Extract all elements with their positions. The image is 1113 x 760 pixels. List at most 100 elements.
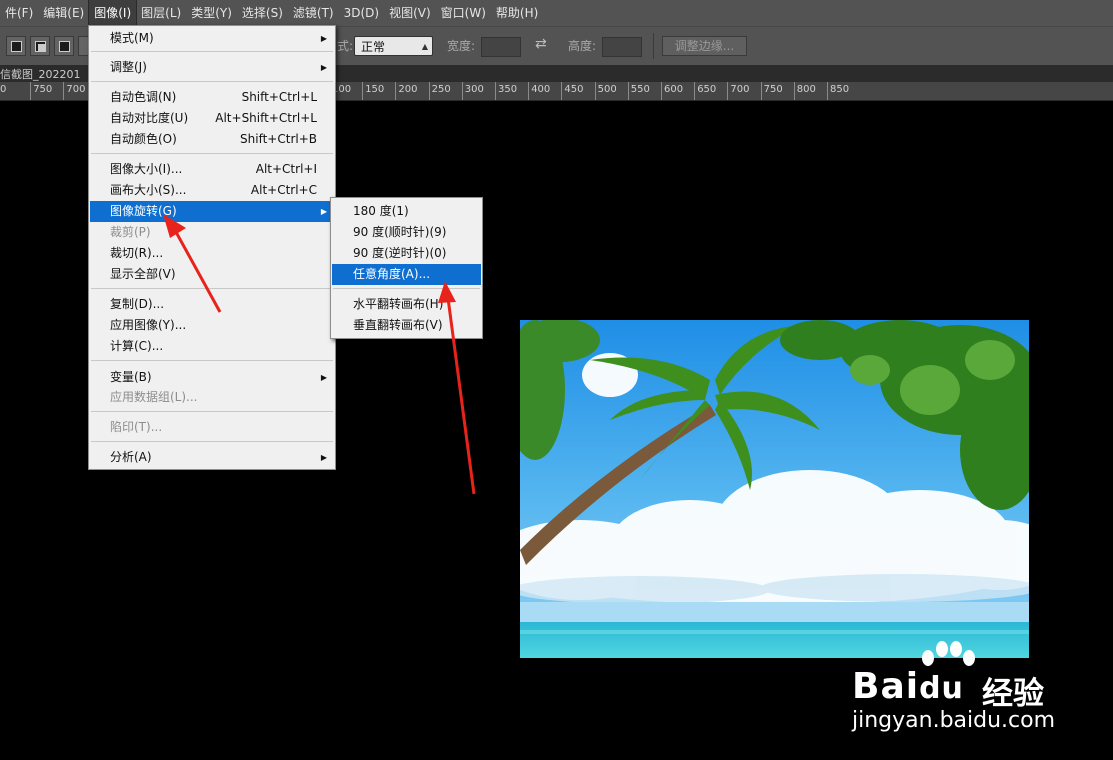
ruler-tick bbox=[30, 82, 32, 100]
ruler-tick-label: 350 bbox=[498, 84, 518, 95]
menu-item-image-rotation[interactable]: 图像旋转(G) ▶ bbox=[90, 201, 334, 222]
ruler-tick-label: 750 bbox=[763, 84, 783, 95]
ruler-tick bbox=[827, 82, 828, 100]
menu-item-calculations[interactable]: 计算(C)... bbox=[90, 336, 334, 357]
menu-item-flip-vertical[interactable]: 垂直翻转画布(V) bbox=[332, 315, 481, 336]
menu-window[interactable]: 窗口(W) bbox=[436, 0, 491, 26]
menu-item-crop[interactable]: 裁剪(P) bbox=[90, 222, 334, 243]
menu-item-analysis[interactable]: 分析(A) ▶ bbox=[90, 447, 334, 468]
menu-item-apply-data-set[interactable]: 应用数据组(L)... bbox=[90, 387, 334, 408]
menu-select[interactable]: 选择(S) bbox=[237, 0, 288, 26]
watermark-product: 经验 bbox=[982, 676, 1044, 712]
ruler-tick-label: 850 bbox=[830, 84, 850, 95]
style-label: 式: bbox=[337, 39, 354, 53]
select-arrows-icon: ▲ bbox=[421, 42, 428, 51]
rect-marquee-icon[interactable] bbox=[6, 36, 26, 56]
menu-item-apply-image[interactable]: 应用图像(Y)... bbox=[90, 315, 334, 336]
menu-layer[interactable]: 图层(L) bbox=[136, 0, 186, 26]
menu-type[interactable]: 类型(Y) bbox=[186, 0, 237, 26]
menu-item-trap[interactable]: 陷印(T)... bbox=[90, 417, 334, 438]
menu-item-auto-color[interactable]: 自动颜色(O) Shift+Ctrl+B bbox=[90, 129, 334, 150]
menu-help[interactable]: 帮助(H) bbox=[491, 0, 543, 26]
ruler-tick bbox=[793, 82, 795, 100]
menu-item-trim[interactable]: 裁切(R)... bbox=[90, 243, 334, 264]
menu-item-variables[interactable]: 变量(B) ▶ bbox=[90, 367, 334, 388]
ruler-tick bbox=[528, 82, 530, 100]
ruler-tick bbox=[495, 82, 496, 100]
menu-file[interactable]: 件(F) bbox=[0, 0, 38, 26]
menu-separator bbox=[91, 288, 333, 289]
menu-separator bbox=[91, 51, 333, 52]
document-title: 信截图_202201 bbox=[0, 68, 81, 81]
menu-item-canvas-size[interactable]: 画布大小(S)... Alt+Ctrl+C bbox=[90, 180, 334, 201]
menu-view[interactable]: 视图(V) bbox=[384, 0, 436, 26]
menu-separator bbox=[91, 153, 333, 154]
ruler-tick bbox=[661, 82, 662, 100]
canvas-image bbox=[520, 320, 1029, 658]
menu-item-rotate-90-cw[interactable]: 90 度(顺时针)(9) bbox=[332, 222, 481, 243]
divider bbox=[653, 33, 654, 59]
add-selection-icon[interactable] bbox=[30, 36, 50, 56]
ruler-tick-label: 800 bbox=[796, 84, 816, 95]
submenu-arrow-icon: ▶ bbox=[320, 207, 327, 216]
menu-3d[interactable]: 3D(D) bbox=[339, 0, 384, 26]
menu-item-flip-horizontal[interactable]: 水平翻转画布(H) bbox=[332, 294, 481, 315]
menu-item-image-size[interactable]: 图像大小(I)... Alt+Ctrl+I bbox=[90, 159, 334, 180]
menu-separator bbox=[91, 411, 333, 412]
ruler-tick-label: 0 bbox=[0, 84, 7, 95]
menu-filter[interactable]: 滤镜(T) bbox=[288, 0, 339, 26]
baidu-jingyan-watermark: Baidu 经验 jingyan.baidu.com bbox=[850, 640, 1100, 740]
ruler-tick-label: 200 bbox=[398, 84, 418, 95]
ruler-tick-label: 450 bbox=[564, 84, 584, 95]
ruler-tick bbox=[760, 82, 762, 100]
subtract-selection-icon[interactable] bbox=[54, 36, 74, 56]
width-input[interactable] bbox=[481, 37, 521, 57]
ruler-tick-label: 600 bbox=[664, 84, 684, 95]
image-menu-dropdown: 模式(M) ▶ 调整(J) ▶ 自动色调(N) Shift+Ctrl+L 自动对比度(… bbox=[88, 25, 336, 470]
ruler-tick-label: 300 bbox=[464, 84, 484, 95]
ruler-tick bbox=[428, 82, 430, 100]
image-rotation-submenu: 180 度(1) 90 度(顺时针)(9) 90 度(逆时针)(0) 任意角度(… bbox=[330, 197, 483, 339]
ruler-tick-label: 500 bbox=[597, 84, 617, 95]
menu-edit[interactable]: 编辑(E) bbox=[38, 0, 89, 26]
submenu-arrow-icon: ▶ bbox=[320, 453, 327, 462]
ruler-tick-label: 750 bbox=[33, 84, 53, 95]
ruler-tick bbox=[362, 82, 364, 100]
refine-edge-button[interactable]: 调整边缘... bbox=[662, 36, 747, 56]
style-value: 正常 bbox=[361, 40, 386, 54]
ruler-tick bbox=[727, 82, 729, 100]
ruler-tick bbox=[561, 82, 563, 100]
ruler-tick-label: 700 bbox=[730, 84, 750, 95]
menubar: 件(F) 编辑(E) 图像(I) 图层(L) 类型(Y) 选择(S) 滤镜(T)… bbox=[0, 0, 1113, 27]
menu-item-rotate-90-ccw[interactable]: 90 度(逆时针)(0) bbox=[332, 243, 481, 264]
ruler-tick bbox=[461, 82, 463, 100]
menu-item-mode[interactable]: 模式(M) ▶ bbox=[90, 28, 334, 49]
ruler-tick-label: 650 bbox=[697, 84, 717, 95]
menu-item-adjustments[interactable]: 调整(J) ▶ bbox=[90, 57, 334, 78]
width-label: 宽度: bbox=[447, 39, 476, 53]
ruler-tick-label: 700 bbox=[66, 84, 86, 95]
menu-item-duplicate[interactable]: 复制(D)... bbox=[90, 294, 334, 315]
menu-separator bbox=[333, 288, 480, 289]
menu-item-auto-contrast[interactable]: 自动对比度(U) Alt+Shift+Ctrl+L bbox=[90, 108, 334, 129]
ruler-tick-label: 550 bbox=[630, 84, 650, 95]
ruler-tick bbox=[63, 82, 65, 100]
ruler-tick bbox=[694, 82, 696, 100]
submenu-arrow-icon: ▶ bbox=[320, 373, 327, 382]
menu-item-arbitrary-angle[interactable]: 任意角度(A)... bbox=[332, 264, 481, 285]
ruler-tick-label: 150 bbox=[365, 84, 385, 95]
submenu-arrow-icon: ▶ bbox=[320, 63, 327, 72]
swap-icon[interactable]: ⇄ bbox=[535, 36, 547, 52]
menu-image[interactable]: 图像(I) bbox=[88, 0, 138, 27]
watermark-brand: Baidu bbox=[852, 666, 964, 707]
menu-separator bbox=[91, 441, 333, 442]
ruler-tick-label: 250 bbox=[431, 84, 451, 95]
style-select[interactable]: 正常 ▲ bbox=[354, 36, 433, 56]
menu-separator bbox=[91, 360, 333, 361]
menu-item-auto-tone[interactable]: 自动色调(N) Shift+Ctrl+L bbox=[90, 87, 334, 108]
height-input[interactable] bbox=[602, 37, 642, 57]
menu-item-reveal-all[interactable]: 显示全部(V) bbox=[90, 264, 334, 285]
menu-item-rotate-180[interactable]: 180 度(1) bbox=[332, 201, 481, 222]
ruler-tick bbox=[594, 82, 596, 100]
submenu-arrow-icon: ▶ bbox=[320, 34, 327, 43]
